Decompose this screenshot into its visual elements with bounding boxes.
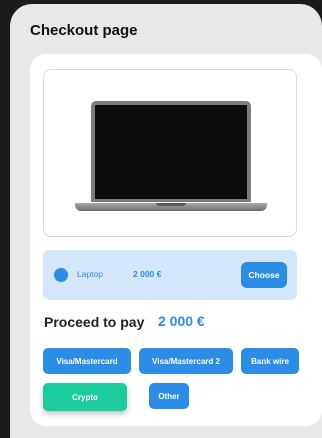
product-name: Laptop — [77, 269, 103, 279]
pay-bank-wire-button[interactable]: Bank wire — [241, 348, 299, 374]
choose-button[interactable]: Choose — [241, 262, 287, 288]
laptop-notch-graphic — [156, 203, 186, 206]
proceed-amount: 2 000 € — [158, 313, 205, 329]
proceed-label: Proceed to pay — [44, 314, 145, 330]
page-title: Checkout page — [30, 22, 138, 39]
product-image — [43, 69, 297, 237]
pay-crypto-button[interactable]: Crypto — [43, 383, 127, 411]
pay-visa-mastercard-2-button[interactable]: Visa/Mastercard 2 — [139, 348, 233, 374]
pay-visa-mastercard-button[interactable]: Visa/Mastercard — [43, 348, 131, 374]
product-price: 2 000 € — [133, 269, 162, 279]
laptop-screen-graphic — [91, 101, 251, 202]
checkout-screen: Checkout page Laptop 2 000 € Choose Proc… — [10, 4, 322, 438]
product-option-row[interactable]: Laptop 2 000 € Choose — [43, 250, 297, 300]
radio-selected-icon[interactable] — [54, 268, 68, 282]
checkout-card: Laptop 2 000 € Choose Proceed to pay 2 0… — [30, 54, 322, 426]
pay-other-button[interactable]: Other — [149, 383, 189, 409]
